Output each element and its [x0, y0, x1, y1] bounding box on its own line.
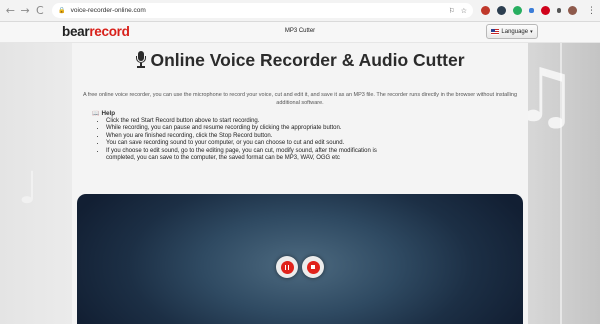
extension-icon-3[interactable] [513, 6, 523, 15]
extension-icon-1[interactable] [481, 6, 491, 15]
lock-icon: 🔒 [58, 7, 66, 14]
pause-record-button[interactable] [276, 256, 298, 278]
url-text: voice-recorder-online.com [70, 7, 146, 14]
recorder-panel [77, 194, 523, 324]
extension-icon-4[interactable] [529, 8, 534, 13]
address-bar[interactable]: 🔒 voice-recorder-online.com ⚐ ☆ [52, 3, 474, 18]
translate-icon[interactable]: ⚐ [448, 7, 454, 15]
language-label: Language [501, 28, 529, 35]
help-item: When you are finished recording, click t… [106, 133, 392, 140]
pause-icon [280, 260, 294, 274]
help-item: You can save recording sound to your com… [106, 140, 392, 147]
help-section: 📖Help Click the red Start Record button … [92, 110, 392, 162]
page-title: Online Voice Recorder & Audio Cutter [72, 50, 528, 70]
help-item: If you choose to edit sound, go to the e… [106, 148, 392, 163]
forward-button[interactable]: → [19, 3, 32, 19]
bookmark-star-icon[interactable]: ☆ [461, 7, 467, 15]
us-flag-icon [491, 28, 500, 35]
stop-icon [306, 260, 320, 274]
site-header: bearrecord MP3 Cutter Language ▾ [0, 22, 600, 43]
extensions-puzzle-icon[interactable] [556, 8, 562, 13]
music-note-icon: ♩ [18, 163, 39, 214]
extension-icon-5[interactable] [540, 6, 550, 15]
intro-text: A free online voice recorder, you can us… [82, 92, 517, 106]
language-button[interactable]: Language ▾ [486, 24, 538, 39]
help-list: Click the red Start Record button above … [92, 118, 392, 162]
caret-down-icon: ▾ [530, 28, 533, 35]
browser-toolbar: ← → C 🔒 voice-recorder-online.com ⚐ ☆ ⋮ [0, 0, 600, 22]
help-item: While recording, you can pause and resum… [106, 125, 392, 132]
extension-icon-2[interactable] [497, 6, 507, 15]
stop-record-button[interactable] [302, 256, 324, 278]
reload-button[interactable]: C [33, 3, 46, 19]
microphone-icon [135, 50, 147, 68]
more-vert-icon[interactable]: ⋮ [587, 6, 596, 16]
profile-avatar[interactable] [568, 6, 578, 15]
book-icon: 📖 [92, 110, 100, 117]
back-button[interactable]: ← [4, 3, 17, 19]
help-heading: 📖 Help [92, 110, 116, 117]
help-item: Click the red Start Record button above … [106, 118, 392, 125]
